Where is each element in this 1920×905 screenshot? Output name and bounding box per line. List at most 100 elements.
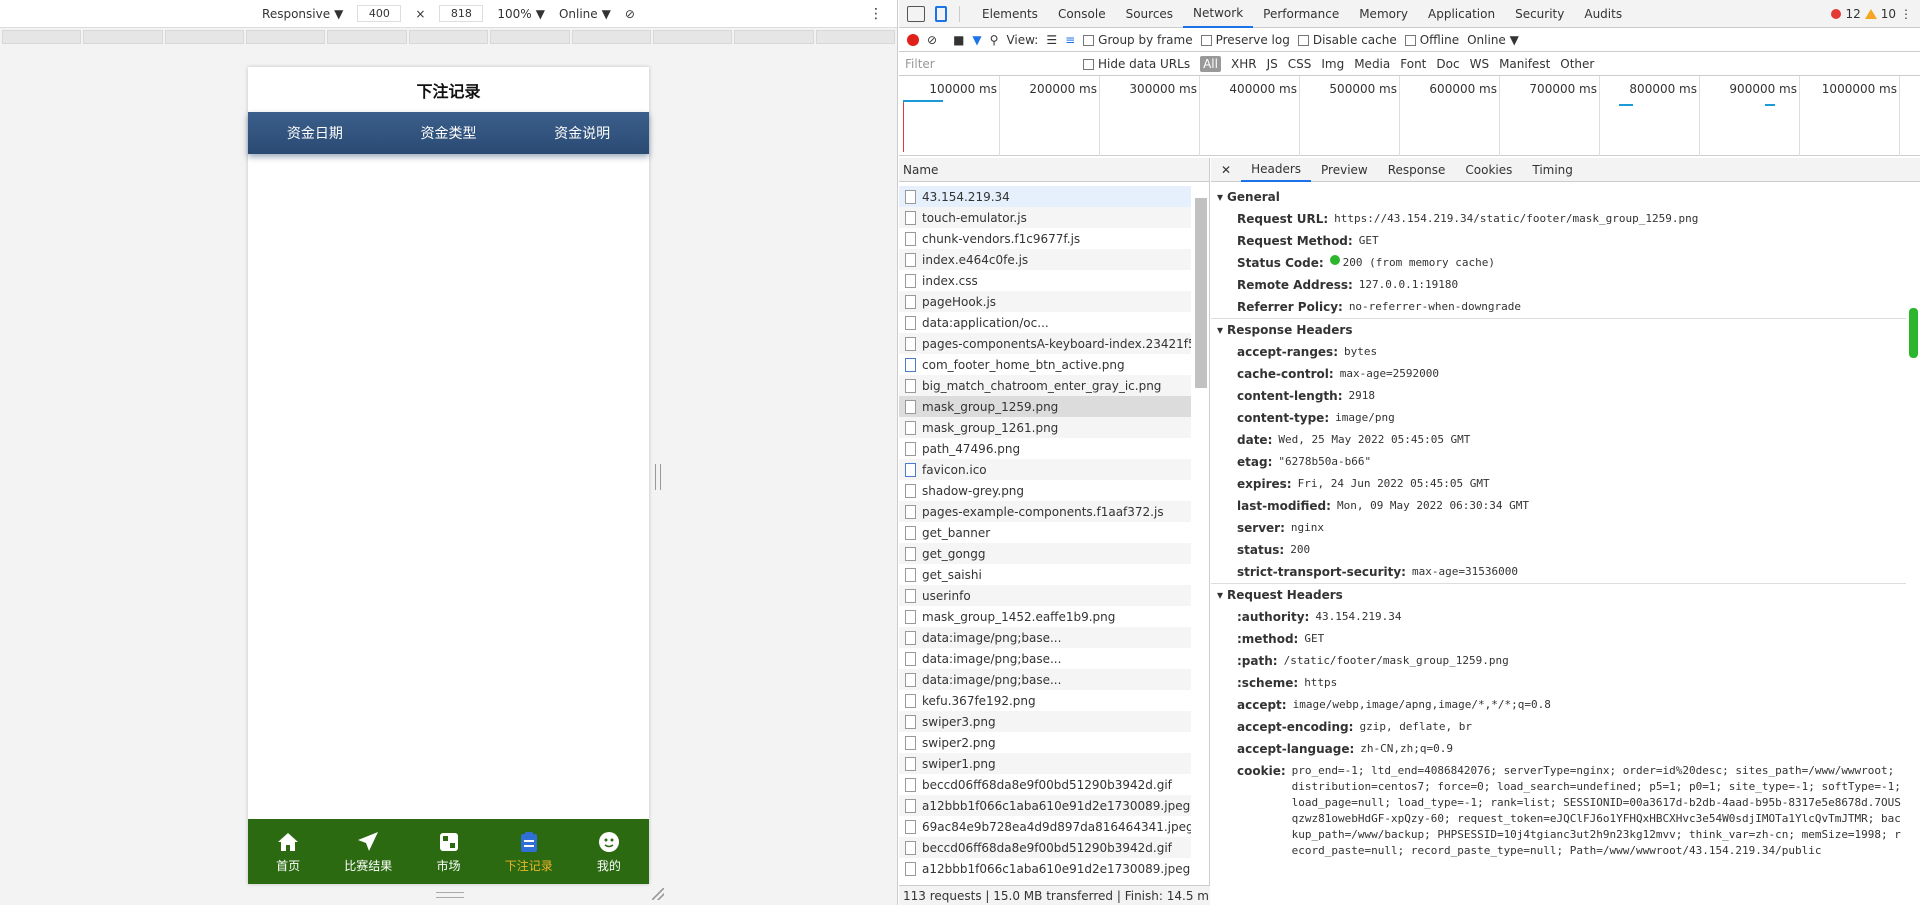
search-icon[interactable]: ⚲ (990, 33, 999, 47)
preserve-log-checkbox[interactable]: Preserve log (1200, 33, 1290, 47)
request-list-scrollbar[interactable] (1195, 198, 1207, 388)
waterfall-icon[interactable]: ≡ (1065, 33, 1075, 47)
request-row[interactable]: swiper3.png (899, 711, 1191, 732)
request-row[interactable]: data:application/oc... (899, 312, 1191, 333)
tab-sources[interactable]: Sources (1116, 0, 1183, 28)
request-row[interactable]: mask_group_1452.eaffe1b9.png (899, 606, 1191, 627)
type-filter-doc[interactable]: Doc (1436, 57, 1459, 71)
height-input[interactable]: 818 (439, 5, 484, 22)
type-filter-xhr[interactable]: XHR (1231, 57, 1257, 71)
type-filter-font[interactable]: Font (1400, 57, 1426, 71)
request-row[interactable]: data:image/png;base... (899, 627, 1191, 648)
request-row[interactable]: index.css (899, 270, 1191, 291)
offline-checkbox[interactable]: Offline (1404, 33, 1459, 47)
list-view-icon[interactable]: ☰ (1046, 33, 1057, 47)
network-overview[interactable]: 100000 ms 200000 ms 300000 ms 400000 ms … (899, 76, 1920, 156)
tab-profile[interactable]: 我的 (569, 819, 649, 884)
tab-home[interactable]: 首页 (248, 819, 328, 884)
request-row[interactable]: beccd06ff68da8e9f00bd51290b3942d.gif (899, 837, 1191, 858)
tab-console[interactable]: Console (1048, 0, 1116, 28)
tab-headers[interactable]: Headers (1241, 158, 1312, 182)
clear-icon[interactable]: ⊘ (927, 33, 937, 47)
record-icon[interactable] (907, 33, 919, 46)
tab-cookies[interactable]: Cookies (1455, 158, 1522, 182)
type-filter-other[interactable]: Other (1560, 57, 1594, 71)
request-row[interactable]: touch-emulator.js (899, 207, 1191, 228)
type-filter-ws[interactable]: WS (1470, 57, 1489, 71)
request-row[interactable]: get_saishi (899, 564, 1191, 585)
section-request-headers[interactable]: ▾ Request Headers (1211, 583, 1906, 606)
device-toggle-icon[interactable] (935, 5, 947, 22)
request-row[interactable]: kefu.367fe192.png (899, 690, 1191, 711)
request-row[interactable]: data:image/png;base... (899, 669, 1191, 690)
request-row[interactable]: 69ac84e9b728ea4d9d897da816464341.jpeg (899, 816, 1191, 837)
camera-icon[interactable]: ■ (953, 33, 964, 47)
request-row[interactable]: pages-example-components.f1aaf372.js (899, 501, 1191, 522)
tab-memory[interactable]: Memory (1349, 0, 1418, 28)
request-row[interactable]: swiper1.png (899, 753, 1191, 774)
type-filter-all[interactable]: All (1200, 55, 1221, 72)
corner-resize-handle[interactable] (652, 888, 664, 900)
request-row[interactable]: com_footer_home_btn_active.png (899, 354, 1191, 375)
request-row[interactable]: userinfo (899, 585, 1191, 606)
request-row[interactable]: 43.154.219.34 (899, 186, 1191, 207)
tab-application[interactable]: Application (1418, 0, 1505, 28)
more-options-icon[interactable]: ⋮ (869, 6, 883, 22)
name-column-header[interactable]: Name (899, 158, 1209, 182)
tab-market[interactable]: 市场 (408, 819, 488, 884)
type-filter-manifest[interactable]: Manifest (1499, 57, 1550, 71)
more-options-icon[interactable]: ⋮ (1900, 7, 1912, 21)
tab-bet-records[interactable]: 下注记录 (489, 819, 569, 884)
issue-counter[interactable]: 12 10 ⋮ (1831, 7, 1912, 21)
request-row[interactable]: path_47496.png (899, 438, 1191, 459)
inspect-icon[interactable] (907, 5, 925, 22)
request-row[interactable]: chunk-vendors.f1c9677f.js (899, 228, 1191, 249)
section-response-headers[interactable]: ▾ Response Headers (1211, 318, 1906, 341)
hide-data-urls-checkbox[interactable]: Hide data URLs (1083, 57, 1190, 71)
tab-elements[interactable]: Elements (972, 0, 1048, 28)
throttle-select[interactable]: Online ▼ (559, 7, 611, 21)
width-input[interactable]: 400 (357, 5, 402, 22)
tab-performance[interactable]: Performance (1253, 0, 1349, 28)
group-by-frame-checkbox[interactable]: Group by frame (1083, 33, 1193, 47)
rotate-icon[interactable]: ⊘ (625, 7, 635, 21)
tab-audits[interactable]: Audits (1574, 0, 1632, 28)
filter-icon[interactable]: ▼ (972, 33, 981, 47)
width-resize-handle[interactable] (655, 464, 661, 490)
tab-preview[interactable]: Preview (1311, 158, 1378, 182)
type-filter-css[interactable]: CSS (1288, 57, 1312, 71)
request-row[interactable]: beccd06ff68da8e9f00bd51290b3942d.gif (899, 774, 1191, 795)
request-row[interactable]: get_banner (899, 522, 1191, 543)
height-resize-handle[interactable] (436, 892, 464, 898)
request-row[interactable]: pageHook.js (899, 291, 1191, 312)
zoom-select[interactable]: 100% ▼ (497, 7, 545, 21)
request-row[interactable]: get_gongg (899, 543, 1191, 564)
type-filter-img[interactable]: Img (1321, 57, 1344, 71)
request-row[interactable]: big_match_chatroom_enter_gray_ic.png (899, 375, 1191, 396)
request-row[interactable]: shadow-grey.png (899, 480, 1191, 501)
request-row[interactable]: index.e464c0fe.js (899, 249, 1191, 270)
type-filter-media[interactable]: Media (1354, 57, 1390, 71)
disable-cache-checkbox[interactable]: Disable cache (1297, 33, 1397, 47)
tab-results[interactable]: 比赛结果 (328, 819, 408, 884)
tab-security[interactable]: Security (1505, 0, 1574, 28)
request-row[interactable]: pages-componentsA-keyboard-index.23421f5… (899, 333, 1191, 354)
tab-network[interactable]: Network (1183, 0, 1254, 28)
device-select[interactable]: Responsive ▼ (262, 7, 343, 21)
filter-input[interactable]: Filter (903, 57, 1073, 71)
request-row[interactable]: favicon.ico (899, 459, 1191, 480)
request-row[interactable]: data:image/png;base... (899, 648, 1191, 669)
tab-response[interactable]: Response (1378, 158, 1456, 182)
request-row[interactable]: a12bbb1f066c1aba610e91d2e1730089.jpeg (899, 795, 1191, 816)
details-scrollbar[interactable] (1909, 308, 1918, 358)
close-icon[interactable]: ✕ (1211, 163, 1241, 177)
request-row[interactable]: a12bbb1f066c1aba610e91d2e1730089.jpeg (899, 858, 1191, 879)
section-general[interactable]: ▾ General (1211, 186, 1906, 208)
media-query-ruler[interactable] (0, 28, 897, 46)
request-row[interactable]: mask_group_1259.png (899, 396, 1191, 417)
throttle-select[interactable]: Online ▼ (1467, 33, 1519, 47)
tab-timing[interactable]: Timing (1522, 158, 1583, 182)
request-row[interactable]: mask_group_1261.png (899, 417, 1191, 438)
type-filter-js[interactable]: JS (1267, 57, 1278, 71)
request-row[interactable]: swiper2.png (899, 732, 1191, 753)
